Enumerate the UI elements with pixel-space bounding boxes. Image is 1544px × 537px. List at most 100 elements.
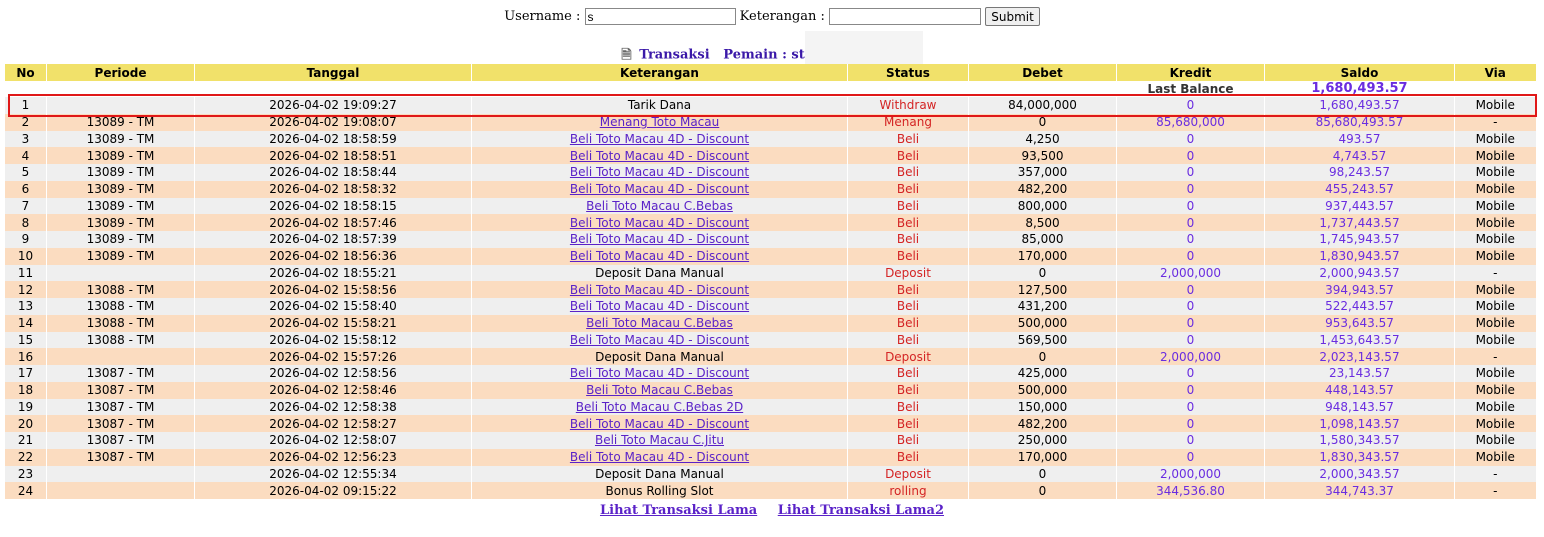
cell-debet: 170,000: [968, 448, 1117, 466]
cell-via: Mobile: [1454, 448, 1536, 466]
transaction-detail-link[interactable]: Beli Toto Macau 4D - Discount: [570, 249, 749, 263]
cell-status: Beli: [847, 448, 969, 466]
table-row: 20 13087 - TM 2026-04-02 12:58:27 Beli Toto…: [4, 415, 1536, 432]
table-row: 8 13089 - TM 2026-04-02 18:57:46 Beli Toto …: [4, 214, 1536, 231]
cell-tanggal: 2026-04-02 18:58:15: [194, 197, 472, 215]
cell-tanggal: 2026-04-02 18:57:46: [194, 214, 472, 231]
transaction-detail-link[interactable]: Beli Toto Macau 4D - Discount: [570, 232, 749, 246]
cell-debet: 127,500: [968, 281, 1117, 298]
old-transactions-link[interactable]: Lihat Transaksi Lama: [600, 503, 757, 518]
cell-keterangan: Beli Toto Macau 4D - Discount: [471, 298, 848, 315]
table-row: 11 2026-04-02 18:55:21 Deposit Dana Manual…: [4, 264, 1536, 282]
cell-no: 18: [4, 381, 47, 399]
transaction-detail-link[interactable]: Beli Toto Macau C.Bebas: [586, 199, 733, 213]
cell-via: Mobile: [1454, 432, 1536, 449]
cell-kredit: 0: [1116, 130, 1265, 148]
table-row: 18 13087 - TM 2026-04-02 12:58:46 Beli Toto…: [4, 381, 1536, 399]
transaction-detail-link[interactable]: Beli Toto Macau 4D - Discount: [570, 132, 749, 146]
cell-status: rolling: [847, 482, 969, 499]
transaction-detail-link[interactable]: Beli Toto Macau 4D - Discount: [570, 149, 749, 163]
cell-debet: 569,500: [968, 331, 1117, 349]
cell-debet: 357,000: [968, 164, 1117, 181]
cell-keterangan: Beli Toto Macau C.Jitu: [471, 432, 848, 449]
cell-tanggal: 2026-04-02 15:58:21: [194, 314, 472, 332]
cell-periode: [46, 482, 195, 499]
cell-saldo: 493.57: [1264, 130, 1455, 148]
transaction-detail-link[interactable]: Beli Toto Macau 4D - Discount: [570, 165, 749, 179]
search-form: Username : Keterangan : Submit: [0, 7, 1544, 26]
cell-status: Beli: [847, 381, 969, 399]
transaction-detail-link[interactable]: Beli Toto Macau 4D - Discount: [570, 333, 749, 347]
transaction-detail-link[interactable]: Beli Toto Macau 4D - Discount: [570, 182, 749, 196]
table-row: 19 13087 - TM 2026-04-02 12:58:38 Beli Toto…: [4, 398, 1536, 416]
cell-debet: 500,000: [968, 314, 1117, 332]
cell-status: Beli: [847, 432, 969, 449]
cell-no: 19: [4, 398, 47, 416]
redaction-blur: [804, 31, 923, 67]
transaction-detail-link[interactable]: Beli Toto Macau 4D - Discount: [570, 417, 749, 431]
transaction-detail-link[interactable]: Beli Toto Macau 4D - Discount: [570, 366, 749, 380]
cell-via: Mobile: [1454, 130, 1536, 148]
cell-periode: 13089 - TM: [46, 214, 195, 231]
cell-via: Mobile: [1454, 398, 1536, 416]
transaction-detail-link[interactable]: Beli Toto Macau 4D - Discount: [570, 450, 749, 464]
cell-no: 22: [4, 448, 47, 466]
username-input[interactable]: [584, 8, 736, 25]
col-header-tanggal: Tanggal: [194, 64, 472, 81]
cell-via: -: [1454, 465, 1536, 483]
cell-kredit: 0: [1116, 281, 1265, 298]
cell-no: 20: [4, 415, 47, 432]
cell-periode: 13089 - TM: [46, 180, 195, 198]
transaction-detail-link[interactable]: Beli Toto Macau C.Bebas: [586, 316, 733, 330]
table-row: 21 13087 - TM 2026-04-02 12:58:07 Beli Toto…: [4, 432, 1536, 449]
cell-no: 11: [4, 264, 47, 282]
cell-status: Beli: [847, 214, 969, 231]
cell-via: Mobile: [1454, 164, 1536, 181]
cell-tanggal: 2026-04-02 18:58:44: [194, 164, 472, 181]
cell-via: Mobile: [1454, 365, 1536, 382]
cell-status: Beli: [847, 365, 969, 382]
cell-keterangan: Beli Toto Macau 4D - Discount: [471, 214, 848, 231]
cell-debet: 93,500: [968, 147, 1117, 164]
cell-keterangan: Deposit Dana Manual: [471, 264, 848, 282]
cell-kredit: 0: [1116, 398, 1265, 416]
cell-debet: 0: [968, 348, 1117, 365]
cell-kredit: 0: [1116, 365, 1265, 382]
transaction-detail-link[interactable]: Beli Toto Macau 4D - Discount: [570, 216, 749, 230]
cell-saldo: 522,443.57: [1264, 298, 1455, 315]
cell-kredit: 0: [1116, 298, 1265, 315]
transaction-detail-link[interactable]: Beli Toto Macau 4D - Discount: [570, 283, 749, 297]
old-transactions-link-2[interactable]: Lihat Transaksi Lama2: [778, 503, 944, 518]
cell-saldo: 948,143.57: [1264, 398, 1455, 416]
transaction-detail-link[interactable]: Beli Toto Macau C.Bebas 2D: [576, 400, 743, 414]
cell-via: Mobile: [1454, 381, 1536, 399]
cell-periode: 13089 - TM: [46, 247, 195, 265]
col-header-no: No: [4, 64, 47, 81]
cell-via: Mobile: [1454, 231, 1536, 248]
cell-periode: 13089 - TM: [46, 231, 195, 248]
cell-periode: 13089 - TM: [46, 164, 195, 181]
cell-via: Mobile: [1454, 415, 1536, 432]
col-header-periode: Periode: [46, 64, 195, 81]
caption-transaksi: Transaksi: [639, 47, 710, 63]
cell-keterangan: Beli Toto Macau 4D - Discount: [471, 231, 848, 248]
cell-tanggal: 2026-04-02 18:55:21: [194, 264, 472, 282]
keterangan-input[interactable]: [829, 8, 982, 25]
cell-kredit: 2,000,000: [1116, 348, 1265, 365]
cell-periode: 13087 - TM: [46, 448, 195, 466]
transaction-detail-link[interactable]: Menang Toto Macau: [600, 115, 720, 129]
submit-button[interactable]: Submit: [985, 7, 1040, 26]
transaction-detail-link[interactable]: Beli Toto Macau C.Bebas: [586, 383, 733, 397]
cell-no: 5: [4, 164, 47, 181]
cell-periode: 13088 - TM: [46, 314, 195, 332]
cell-no: 15: [4, 331, 47, 349]
cell-tanggal: 2026-04-02 12:58:38: [194, 398, 472, 416]
table-row: 5 13089 - TM 2026-04-02 18:58:44 Beli Toto …: [4, 164, 1536, 181]
cell-debet: 482,200: [968, 415, 1117, 432]
transaction-detail-link[interactable]: Beli Toto Macau C.Jitu: [595, 433, 724, 447]
cell-kredit: 0: [1116, 381, 1265, 399]
transaction-detail-link[interactable]: Beli Toto Macau 4D - Discount: [570, 299, 749, 313]
cell-tanggal: 2026-04-02 18:58:59: [194, 130, 472, 148]
table-row: 10 13089 - TM 2026-04-02 18:56:36 Beli Toto…: [4, 247, 1536, 265]
cell-saldo: 1,745,943.57: [1264, 231, 1455, 248]
